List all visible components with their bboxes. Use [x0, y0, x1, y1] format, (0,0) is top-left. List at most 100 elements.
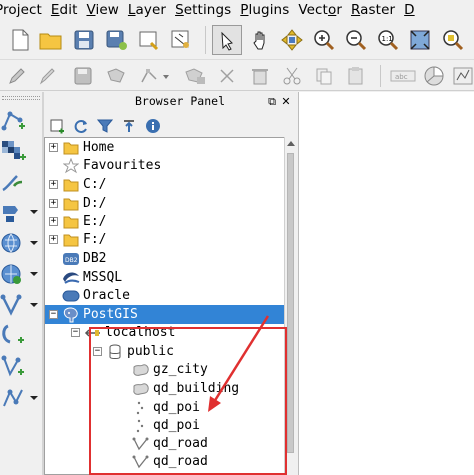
tree-scrollbar[interactable]	[284, 137, 296, 475]
oracle-icon	[62, 287, 80, 304]
tree-item-qd-poi[interactable]: qd_poi	[45, 398, 285, 417]
save-project-icon[interactable]	[72, 28, 96, 52]
tree-item-qd-building[interactable]: qd_building	[45, 379, 285, 398]
add-delimited-text-icon[interactable]	[0, 168, 40, 196]
cut-features-icon[interactable]	[280, 65, 304, 87]
add-spatialite-icon[interactable]	[0, 198, 40, 226]
map-canvas[interactable]	[298, 92, 474, 475]
expand-icon[interactable]: +	[49, 217, 58, 226]
menu-plugins[interactable]: Plugins	[236, 2, 294, 18]
pan-map-icon[interactable]	[212, 25, 242, 55]
zoom-out-icon[interactable]	[343, 28, 369, 52]
tree-item-e[interactable]: + E:/	[45, 212, 285, 231]
refresh-icon[interactable]	[72, 117, 90, 135]
zoom-in-icon[interactable]	[311, 28, 337, 52]
menu-settings[interactable]: Settings	[171, 2, 236, 18]
tree-item-label: qd_road	[153, 454, 208, 469]
add-virtual-layer-icon[interactable]	[0, 291, 40, 319]
expand-icon[interactable]: +	[49, 143, 58, 152]
scroll-up-arrow-icon[interactable]	[287, 141, 295, 146]
menu-raster[interactable]: Raster	[347, 2, 400, 18]
tree-item-oracle[interactable]: Oracle	[45, 286, 285, 305]
pan-hand-icon[interactable]	[248, 28, 274, 52]
editing-toolbar: abc	[0, 61, 474, 91]
star-icon	[62, 157, 80, 174]
tree-item-label: ta_landscape	[153, 471, 247, 474]
tree-item-mssql[interactable]: MSSQL	[45, 268, 285, 287]
browser-panel: Browser Panel ⧉ ✕ + Home Favourites + C:/ + D:…	[44, 92, 296, 475]
modify-attributes-icon[interactable]	[182, 65, 208, 87]
new-geopackage-icon[interactable]	[0, 322, 40, 350]
menu-edit[interactable]: Edit	[47, 2, 83, 18]
tree-item-qd-road[interactable]: qd_road	[45, 452, 285, 471]
tree-item-public[interactable]: − public	[45, 342, 285, 361]
copy-features-icon[interactable]	[312, 65, 336, 87]
add-raster-layer-icon[interactable]	[0, 137, 40, 165]
menu-d[interactable]: D	[400, 2, 420, 18]
tree-item-localhost[interactable]: − localhost	[45, 323, 285, 342]
float-panel-button[interactable]: ⧉	[266, 95, 278, 107]
tree-item-qd-poi[interactable]: qd_poi	[45, 416, 285, 435]
new-temporary-layer-icon[interactable]	[0, 384, 40, 412]
toggle-editing-icon[interactable]	[36, 65, 58, 87]
vertex-tool-icon[interactable]	[138, 65, 172, 87]
tree-item-gz-city[interactable]: gz_city	[45, 360, 285, 379]
expand-icon[interactable]: +	[49, 235, 58, 244]
properties-icon[interactable]	[144, 117, 162, 135]
tree-item-ta-landscape[interactable]: ta_landscape	[45, 471, 285, 474]
expand-icon[interactable]: +	[49, 199, 58, 208]
tree-item-db2[interactable]: DB2 DB2	[45, 249, 285, 268]
svg-text:abc: abc	[395, 73, 408, 81]
menu-vector[interactable]: Vector	[294, 2, 347, 18]
tree-item-qd-road[interactable]: qd_road	[45, 434, 285, 453]
zoom-native-icon[interactable]: 1:1	[375, 28, 401, 52]
filter-icon[interactable]	[96, 117, 114, 135]
zoom-full-icon[interactable]	[407, 28, 433, 52]
new-print-layout-icon[interactable]	[136, 28, 162, 52]
paste-features-icon[interactable]	[344, 65, 368, 87]
expand-icon[interactable]: +	[49, 180, 58, 189]
new-project-icon[interactable]	[8, 28, 32, 52]
menu-view[interactable]: View	[82, 2, 123, 18]
layout-manager-icon[interactable]	[168, 28, 194, 52]
tree-item-home[interactable]: + Home	[45, 138, 285, 157]
point-layer-icon	[132, 399, 150, 416]
menu-project[interactable]: Project	[0, 2, 47, 18]
add-wms-icon[interactable]	[0, 229, 40, 257]
svg-text:DB2: DB2	[65, 257, 78, 264]
delete-selected-icon[interactable]	[216, 65, 240, 87]
tree-item-postgis[interactable]: − PostGIS	[45, 305, 285, 324]
pan-to-selection-icon[interactable]	[279, 28, 305, 52]
zoom-selection-icon[interactable]	[440, 28, 466, 52]
collapse-icon[interactable]: −	[71, 328, 80, 337]
add-selected-icon[interactable]	[48, 117, 66, 135]
tree-item-favourites[interactable]: Favourites	[45, 156, 285, 175]
toolbar-handle[interactable]	[2, 96, 40, 100]
collapse-icon[interactable]: −	[93, 347, 102, 356]
add-postgis-icon[interactable]	[0, 260, 40, 288]
close-panel-button[interactable]: ✕	[280, 95, 292, 107]
schema-icon	[106, 343, 124, 360]
menu-layer[interactable]: Layer	[124, 2, 171, 18]
save-as-icon[interactable]	[104, 28, 130, 52]
collapse-all-icon[interactable]	[120, 117, 138, 135]
tree-item-c[interactable]: + C:/	[45, 175, 285, 194]
label-icon[interactable]: abc	[388, 65, 418, 87]
pie-chart-icon[interactable]	[422, 65, 446, 87]
add-vector-layer-icon[interactable]	[0, 106, 40, 134]
new-shapefile-icon[interactable]	[0, 352, 40, 380]
edit-pencil-icon[interactable]	[6, 65, 28, 87]
folder-icon	[62, 195, 80, 212]
scroll-thumb[interactable]	[287, 153, 294, 453]
svg-text:1:1: 1:1	[382, 35, 393, 43]
collapse-icon[interactable]: −	[49, 310, 58, 319]
tree-item-label: qd_poi	[153, 418, 200, 433]
add-feature-icon[interactable]	[104, 65, 130, 87]
folder-icon	[62, 213, 80, 230]
raster-calc-icon[interactable]	[452, 65, 474, 87]
tree-item-d[interactable]: + D:/	[45, 194, 285, 213]
tree-item-f[interactable]: + F:/	[45, 230, 285, 249]
save-edits-icon[interactable]	[72, 65, 94, 87]
open-project-icon[interactable]	[38, 28, 64, 52]
delete-trash-icon[interactable]	[248, 65, 272, 87]
